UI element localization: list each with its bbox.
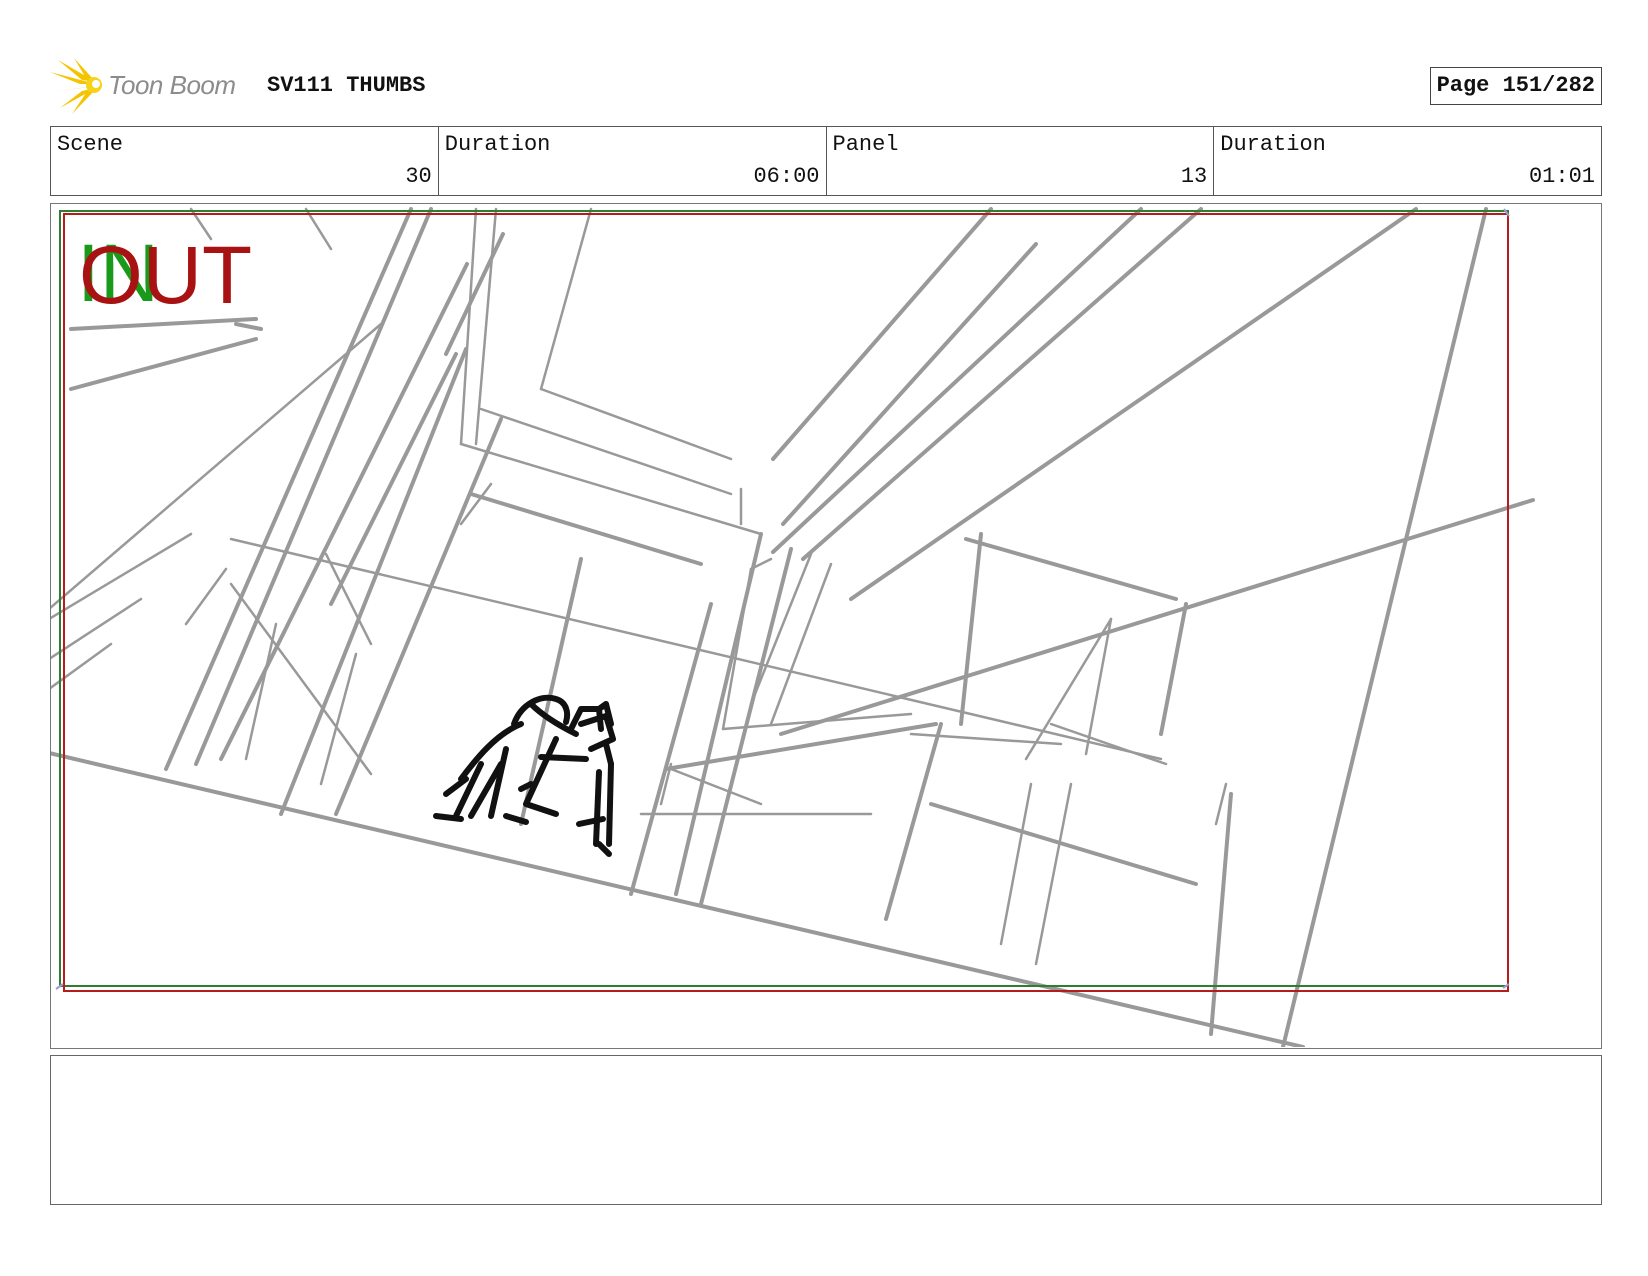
toon-boom-logo: Toon Boom: [50, 58, 250, 114]
scene-label: Scene: [57, 132, 124, 157]
frame-corner-markers: [55, 208, 1510, 990]
scene-duration-cell: Duration 06:00: [439, 127, 827, 195]
background-sketch-lines: [51, 207, 1535, 1047]
panel-notes-box: [50, 1055, 1602, 1205]
panel-duration-label: Duration: [1220, 132, 1326, 157]
scene-value: 30: [405, 164, 432, 189]
safe-frame-red: [63, 213, 1509, 992]
panel-duration-cell: Duration 01:01: [1214, 127, 1601, 195]
logo-text: Toon Boom: [108, 70, 236, 100]
out-label: OUT: [79, 230, 253, 321]
logo-burst-icon: [50, 58, 102, 114]
project-title: SV111 THUMBS: [267, 73, 426, 98]
storyboard-panel: IN OUT: [50, 203, 1602, 1049]
panel-value: 13: [1180, 164, 1208, 189]
page-header: Toon Boom SV111 THUMBS Page 151/282: [50, 58, 1602, 114]
panel-label: Panel: [832, 132, 899, 157]
page-indicator: Page 151/282: [1429, 67, 1602, 105]
panel-duration-value: 01:01: [1528, 164, 1595, 189]
character-figure: [433, 694, 616, 857]
panel-info-table: Scene 30 Duration 06:00 Panel 13 Duratio…: [50, 126, 1602, 196]
safe-frame-green: [59, 210, 1509, 987]
scene-duration-value: 06:00: [753, 164, 820, 189]
in-out-marker: IN OUT: [77, 230, 257, 321]
scene-cell: Scene 30: [51, 127, 439, 195]
panel-cell: Panel 13: [827, 127, 1215, 195]
scene-duration-label: Duration: [444, 132, 551, 157]
panel-sketch: [51, 207, 1535, 1047]
